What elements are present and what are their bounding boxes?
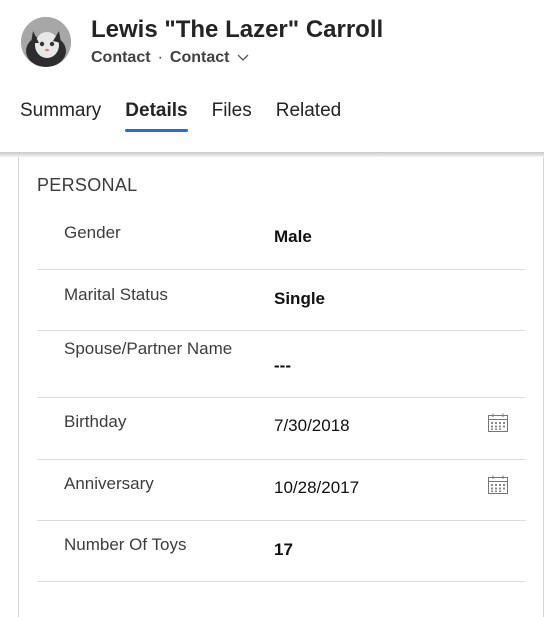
field-label: Number Of Toys: [64, 535, 187, 554]
field-row-gender: Gender Male: [37, 208, 526, 270]
tab-details[interactable]: Details: [125, 100, 188, 132]
field-label: Marital Status: [64, 285, 168, 304]
personal-section: PERSONAL Gender Male Marital Status Sing…: [18, 157, 544, 617]
field-label: Birthday: [64, 412, 127, 431]
birthday-value[interactable]: 7/30/2018: [274, 416, 350, 436]
marital-status-value[interactable]: Single: [274, 289, 325, 309]
entity-name: Contact: [91, 49, 151, 66]
avatar: [21, 17, 71, 67]
separator: ·: [157, 49, 163, 66]
field-row-spouse-name: Spouse/Partner Name ---: [37, 331, 526, 398]
tab-summary[interactable]: Summary: [20, 100, 101, 132]
form-selector-label[interactable]: Contact: [170, 49, 230, 67]
number-of-toys-value[interactable]: 17: [274, 540, 293, 560]
tab-bar: Summary Details Files Related: [20, 100, 365, 132]
field-row-number-of-toys: Number Of Toys 17: [37, 521, 526, 582]
tab-files[interactable]: Files: [212, 100, 252, 132]
tab-related[interactable]: Related: [276, 100, 342, 132]
field-row-birthday: Birthday 7/30/2018: [37, 398, 526, 460]
field-label: Anniversary: [64, 474, 154, 493]
spouse-name-value[interactable]: ---: [274, 356, 291, 376]
record-header: Lewis "The Lazer" Carroll Contact · Cont…: [0, 0, 544, 152]
gender-value[interactable]: Male: [274, 227, 312, 247]
section-title: PERSONAL: [37, 175, 138, 195]
calendar-icon[interactable]: [487, 475, 509, 500]
field-label: Spouse/Partner Name: [64, 339, 233, 358]
field-label: Gender: [64, 223, 121, 242]
record-title: Lewis "The Lazer" Carroll: [91, 16, 384, 43]
field-row-marital-status: Marital Status Single: [37, 270, 526, 331]
chevron-down-icon[interactable]: [237, 54, 249, 62]
calendar-icon[interactable]: [487, 413, 509, 438]
record-subtitle: Contact · Contact: [91, 49, 249, 67]
anniversary-value[interactable]: 10/28/2017: [274, 478, 359, 498]
field-row-anniversary: Anniversary 10/28/2017: [37, 460, 526, 521]
